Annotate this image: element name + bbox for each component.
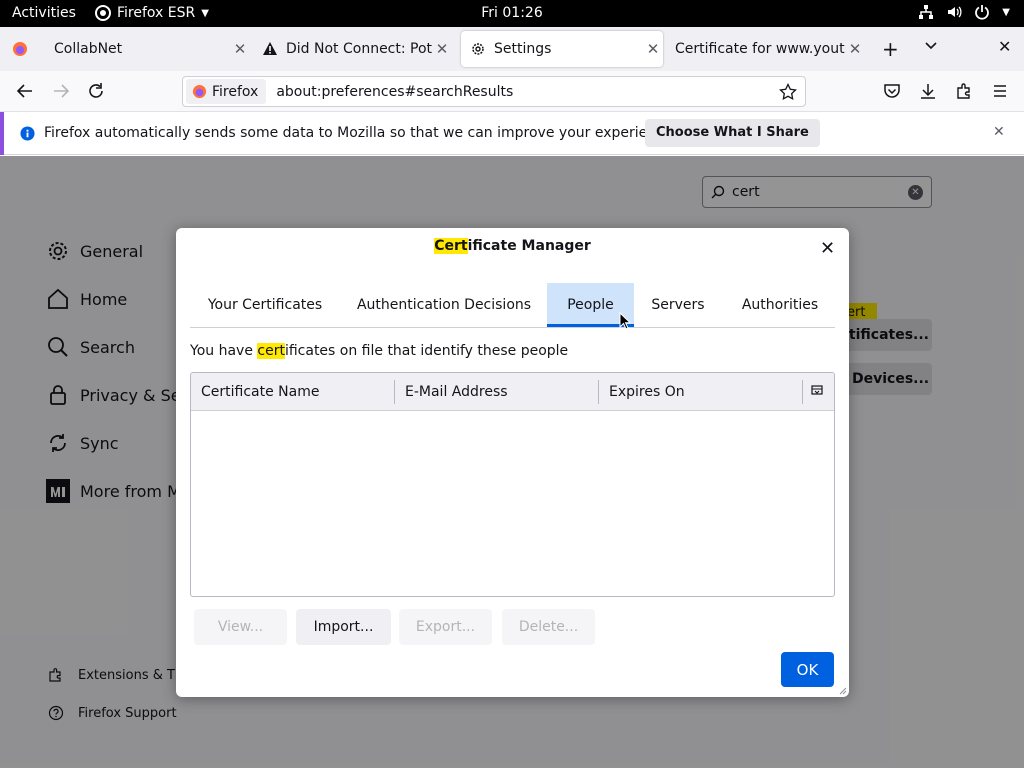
firefox-app-icon	[95, 5, 111, 21]
warning-icon	[263, 42, 277, 55]
activities-button[interactable]: Activities	[12, 5, 76, 21]
close-icon[interactable]: ✕	[230, 40, 250, 58]
tree-header: Certificate Name E-Mail Address Expires …	[191, 373, 834, 411]
app-menu[interactable]: Firefox ESR ▼	[95, 5, 209, 21]
title-highlight: Cert	[434, 238, 468, 254]
resize-grip-icon[interactable]	[837, 685, 847, 695]
desc-highlight: cert	[257, 343, 285, 359]
data-collection-notification: Firefox automatically sends some data to…	[0, 112, 1024, 155]
firefox-icon	[13, 42, 27, 56]
tab-did-not-connect[interactable]: Did Not Connect: Pote ✕	[262, 31, 452, 67]
certificate-tabs: Your Certificates Authentication Decisio…	[190, 283, 835, 328]
view-button[interactable]: View...	[194, 609, 287, 645]
tab-title: CollabNet	[54, 41, 123, 57]
tab-servers[interactable]: Servers	[642, 283, 714, 327]
downloads-icon[interactable]	[919, 82, 937, 100]
tab-title: Did Not Connect: Pote	[286, 41, 432, 57]
bookmark-star-icon[interactable]	[779, 83, 797, 101]
tab-title: Settings	[494, 41, 552, 57]
close-icon[interactable]: ✕	[643, 40, 663, 58]
list-all-tabs-icon[interactable]	[924, 39, 938, 53]
clock[interactable]: Fri 01:26	[481, 5, 542, 21]
app-menu-label: Firefox ESR	[117, 5, 196, 21]
notification-message: Firefox automatically sends some data to…	[44, 125, 677, 141]
column-expires-on[interactable]: Expires On	[599, 380, 803, 404]
column-picker-icon[interactable]	[811, 384, 823, 396]
gear-icon	[472, 43, 484, 55]
tab-certificate[interactable]: Certificate for www.youtu ✕	[675, 31, 865, 67]
navigation-toolbar: Firefox about:preferences#searchResults	[0, 71, 1024, 112]
desc-text: You have	[190, 343, 258, 359]
title-text: ificate Manager	[467, 238, 591, 254]
tab-your-certificates[interactable]: Your Certificates	[190, 283, 340, 327]
column-certificate-name[interactable]: Certificate Name	[191, 380, 395, 404]
pocket-icon[interactable]	[883, 82, 901, 100]
info-icon	[20, 126, 35, 141]
power-icon	[975, 5, 990, 20]
volume-icon	[948, 6, 962, 18]
delete-button[interactable]: Delete...	[502, 609, 595, 645]
window-close-button[interactable]: ✕	[998, 37, 1011, 56]
dialog-title: Certificate Manager	[176, 238, 849, 254]
close-icon[interactable]: ✕	[845, 40, 865, 58]
close-icon[interactable]: ✕	[993, 124, 1005, 140]
reload-icon[interactable]	[87, 82, 105, 100]
choose-what-i-share-button[interactable]: Choose What I Share	[645, 119, 820, 147]
tab-collabnet[interactable]: CollabNet ✕	[12, 31, 250, 67]
tab-authorities[interactable]: Authorities	[730, 283, 830, 327]
notification-accent	[0, 112, 4, 155]
people-description: You have certificates on file that ident…	[190, 343, 568, 359]
certificate-manager-dialog: Certificate Manager ✕ Your Certificates …	[176, 228, 849, 697]
export-button[interactable]: Export...	[399, 609, 492, 645]
new-tab-button[interactable]: +	[882, 37, 899, 61]
ok-button[interactable]: OK	[781, 652, 834, 687]
forward-icon[interactable]	[52, 82, 70, 100]
column-email-address[interactable]: E-Mail Address	[395, 380, 599, 404]
url-text[interactable]: about:preferences#searchResults	[276, 84, 513, 100]
import-button[interactable]: Import...	[296, 609, 391, 645]
desc-text: ificates on file that identify these peo…	[284, 343, 569, 359]
tab-settings[interactable]: Settings ✕	[461, 31, 663, 67]
chevron-down-icon: ▼	[201, 7, 209, 19]
network-icon	[919, 5, 934, 19]
url-bar[interactable]: Firefox about:preferences#searchResults	[182, 76, 806, 107]
system-tray[interactable]: ▼	[918, 4, 1010, 20]
firefox-icon	[192, 84, 207, 99]
chevron-down-icon: ▼	[1002, 6, 1010, 18]
tab-title: Certificate for www.youtu	[675, 41, 845, 57]
mouse-cursor-icon	[619, 312, 631, 330]
extensions-icon[interactable]	[955, 82, 973, 100]
hamburger-menu-icon[interactable]	[991, 82, 1009, 100]
back-icon[interactable]	[16, 82, 34, 100]
identity-label: Firefox	[212, 83, 259, 100]
tab-strip: CollabNet ✕ Did Not Connect: Pote ✕ Sett…	[0, 27, 1024, 71]
people-certificate-tree[interactable]: Certificate Name E-Mail Address Expires …	[190, 372, 835, 597]
system-top-bar: Activities Firefox ESR ▼ Fri 01:26 ▼	[0, 0, 1024, 27]
close-icon[interactable]: ✕	[820, 238, 835, 259]
identity-box[interactable]: Firefox	[186, 79, 267, 104]
tab-authentication-decisions[interactable]: Authentication Decisions	[350, 283, 538, 327]
close-icon[interactable]: ✕	[432, 40, 452, 58]
